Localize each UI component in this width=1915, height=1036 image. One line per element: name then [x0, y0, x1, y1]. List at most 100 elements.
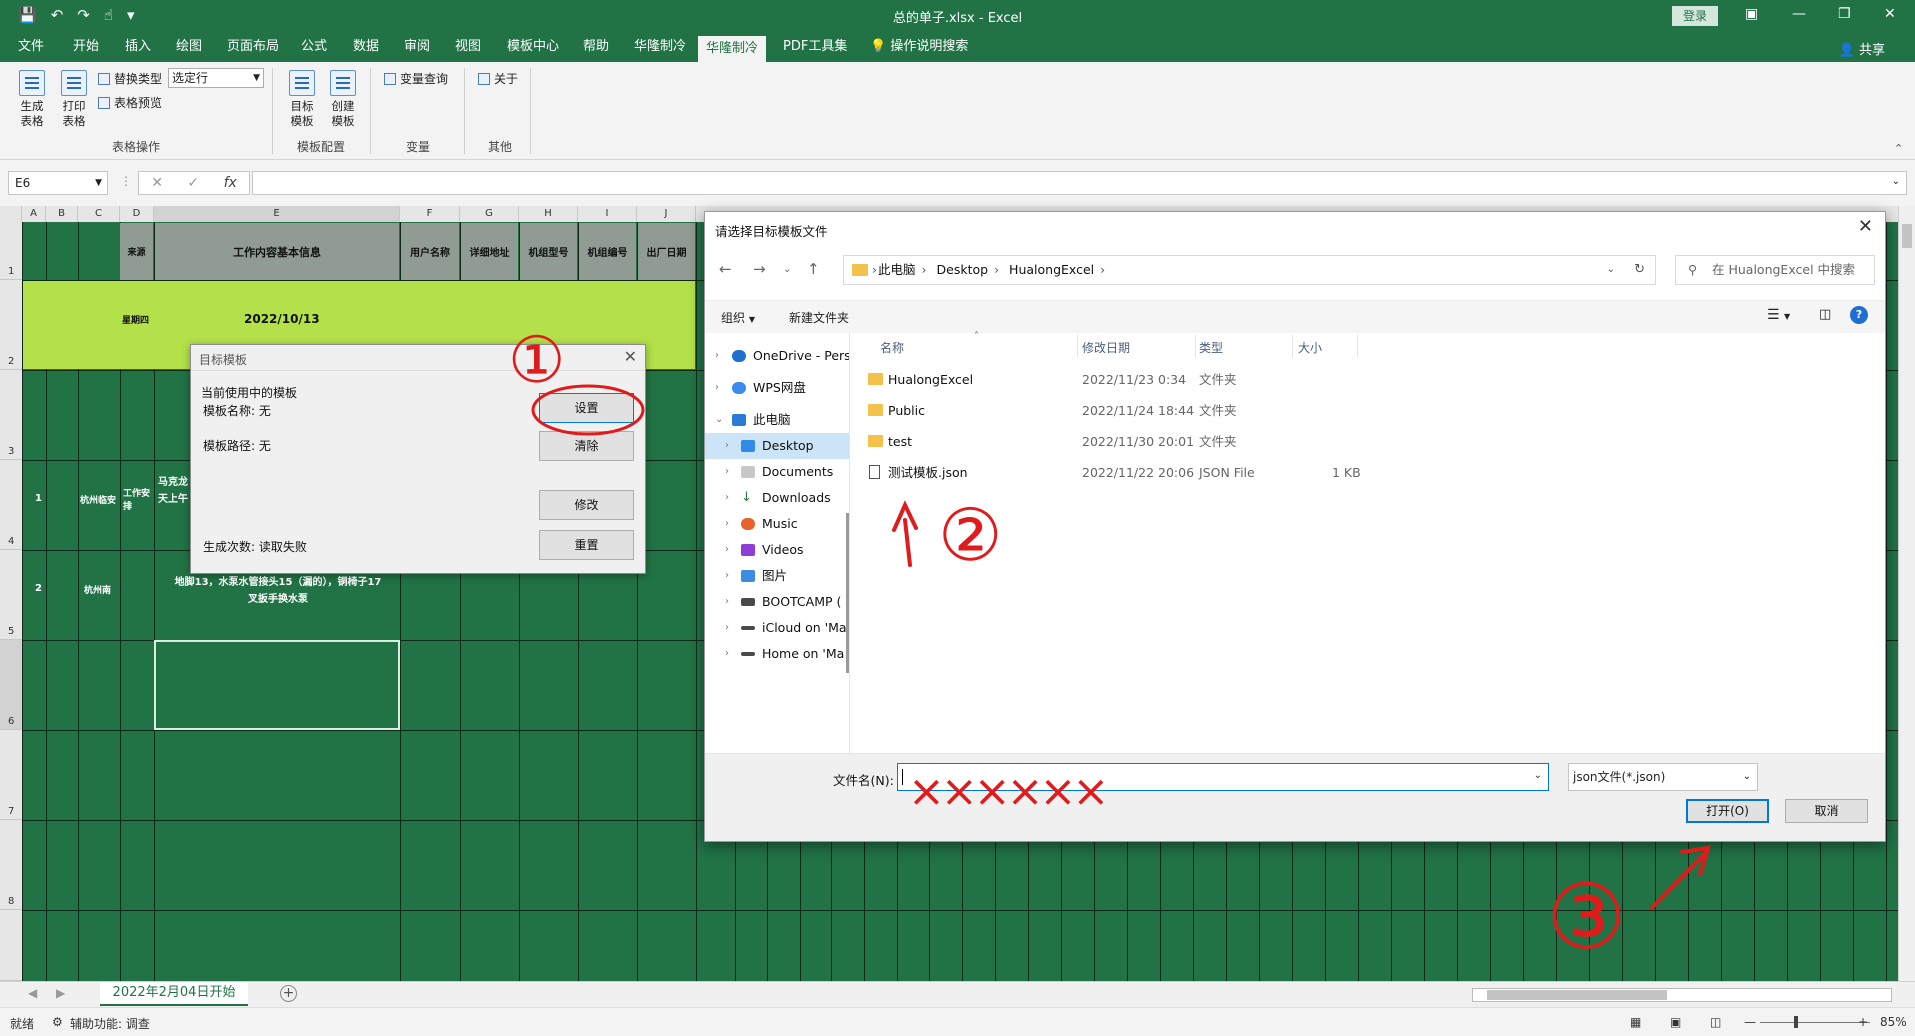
zoom-slider-thumb[interactable] [1794, 1016, 1798, 1028]
nav-scrollbar[interactable] [846, 513, 849, 673]
header-cell-user-name[interactable]: 用户名称 [401, 223, 459, 280]
column-header[interactable]: H [519, 206, 578, 222]
target-template-button[interactable]: 目标 模板 [284, 70, 320, 129]
share-button[interactable]: 👤 共享 [1839, 39, 1885, 58]
city-cell[interactable]: 杭州临安 [80, 493, 116, 506]
login-button[interactable]: 登录 [1672, 6, 1718, 26]
modify-button[interactable]: 修改 [539, 490, 634, 520]
breadcrumb-this-pc[interactable]: 此电脑 [878, 262, 916, 277]
tab-review[interactable]: 审阅 [396, 32, 438, 62]
minimize-icon[interactable]: — [1792, 6, 1806, 22]
city-cell[interactable]: 杭州南 [84, 583, 111, 596]
row-number-cell[interactable]: 2 [35, 583, 42, 594]
formula-input[interactable]: ⌄ [252, 171, 1907, 195]
nav-item-music[interactable]: › Music [705, 511, 849, 537]
tab-hualong-1[interactable]: 华隆制冷 [626, 32, 694, 62]
tab-pdf-tools[interactable]: PDF工具集 [775, 32, 855, 62]
up-icon[interactable]: ↑ [807, 260, 820, 278]
clear-button[interactable]: 清除 [539, 431, 634, 461]
page-layout-view-icon[interactable]: ▣ [1670, 1015, 1681, 1029]
zoom-slider[interactable] [1760, 1022, 1870, 1023]
print-table-button[interactable]: 打印 表格 [56, 70, 92, 129]
add-sheet-icon[interactable]: + [280, 985, 297, 1002]
nav-item-downloads[interactable]: › ↓ Downloads [705, 485, 849, 511]
enter-icon[interactable]: ✓ [187, 175, 199, 191]
page-break-view-icon[interactable]: ◫ [1710, 1015, 1721, 1029]
variable-query-button[interactable]: 变量查询 [384, 70, 448, 87]
column-header[interactable]: C [78, 206, 120, 222]
back-icon[interactable]: ← [719, 260, 732, 278]
nav-item-documents[interactable]: › Documents [705, 459, 849, 485]
nav-item-bootcamp[interactable]: › BOOTCAMP ( [705, 589, 849, 615]
header-cell-factory-date[interactable]: 出厂日期 [638, 223, 695, 280]
row-header[interactable]: 5 [0, 550, 22, 640]
filename-input[interactable]: ⌄ [897, 763, 1549, 791]
tab-file[interactable]: 文件 [10, 32, 52, 62]
active-cell[interactable] [154, 640, 400, 730]
date-cell[interactable]: 2022/10/13 [244, 312, 320, 326]
zoom-out-icon[interactable]: — [1744, 1015, 1756, 1029]
tab-data[interactable]: 数据 [345, 32, 387, 62]
new-folder-button[interactable]: 新建文件夹 [789, 309, 849, 326]
zoom-level[interactable]: 85% [1880, 1015, 1907, 1029]
close-icon[interactable]: ✕ [1858, 216, 1873, 237]
weekday-cell[interactable]: 星期四 [122, 313, 149, 326]
address-bar[interactable]: › 此电脑 › Desktop › HualongExcel › ⌄ ↻ [843, 255, 1656, 285]
work-content-cell[interactable]: 地脚13，水泵水管接头15（漏的），铜椅子17 叉扳手换水泵 [158, 574, 398, 608]
forward-icon[interactable]: → [753, 260, 766, 278]
nav-item-icloud[interactable]: › iCloud on 'Ma [705, 615, 849, 641]
column-type[interactable]: 类型 [1199, 339, 1223, 356]
vertical-scrollbar[interactable] [1898, 206, 1915, 981]
accessibility-status[interactable]: 辅助功能: 调查 [70, 1015, 150, 1032]
recent-locations-icon[interactable]: ⌄ [783, 264, 791, 275]
replace-type-button[interactable]: 替换类型 [98, 70, 162, 87]
tab-view[interactable]: 视图 [447, 32, 489, 62]
horizontal-scrollbar[interactable] [1472, 988, 1892, 1002]
column-header[interactable]: E [154, 206, 400, 222]
address-dropdown-icon[interactable]: ⌄ [1607, 256, 1615, 284]
preview-pane-icon[interactable]: ◫ [1819, 307, 1831, 322]
row-header[interactable]: 7 [0, 730, 22, 820]
tell-me-search[interactable]: 💡 操作说明搜索 [862, 32, 976, 62]
close-icon[interactable]: ✕ [1884, 6, 1896, 22]
file-row[interactable]: test 2022/11/30 20:01 文件夹 [852, 429, 1885, 455]
file-type-select[interactable]: json文件(*.json) ⌄ [1568, 763, 1758, 791]
name-box[interactable]: E6 ▼ [8, 171, 108, 195]
type-cell[interactable]: 工作安排 [123, 486, 151, 512]
tab-help[interactable]: 帮助 [575, 32, 617, 62]
restore-icon[interactable]: ❐ [1838, 6, 1851, 22]
breadcrumb-desktop[interactable]: Desktop [937, 262, 989, 277]
row-header[interactable]: 3 [0, 370, 22, 460]
zoom-in-icon[interactable]: + [1858, 1015, 1868, 1029]
row-header[interactable]: 8 [0, 820, 22, 910]
column-header[interactable]: I [578, 206, 637, 222]
scroll-thumb[interactable] [1902, 224, 1912, 248]
nav-item-this-pc[interactable]: ⌄ 此电脑 [705, 407, 849, 433]
sheet-tab-active[interactable]: 2022年2月04日开始 [100, 982, 248, 1006]
file-row[interactable]: Public 2022/11/24 18:44 文件夹 [852, 398, 1885, 424]
ribbon-display-icon[interactable]: ▣ [1745, 6, 1758, 22]
cancel-icon[interactable]: ✕ [151, 175, 163, 191]
about-button[interactable]: 关于 [478, 70, 518, 87]
search-input[interactable]: ⚲ 在 HualongExcel 中搜索 [1675, 255, 1875, 285]
cancel-button[interactable]: 取消 [1785, 799, 1868, 823]
row-header[interactable]: 1 [0, 222, 22, 280]
close-icon[interactable]: ✕ [624, 347, 637, 366]
nav-item-desktop[interactable]: › Desktop [705, 433, 849, 459]
open-button[interactable]: 打开(O) [1686, 799, 1769, 823]
row-header[interactable]: 6 [0, 640, 22, 730]
nav-item-videos[interactable]: › Videos [705, 537, 849, 563]
file-row[interactable]: 测试模板.json 2022/11/22 20:06 JSON File 1 KB [852, 460, 1885, 486]
header-cell-work-info[interactable]: 工作内容基本信息 [155, 223, 399, 280]
insert-function-button[interactable]: fx [224, 175, 237, 191]
view-options-icon[interactable]: ☰ ▼ [1767, 307, 1790, 323]
column-header[interactable]: F [400, 206, 460, 222]
row-number-cell[interactable]: 1 [35, 493, 42, 504]
tab-formulas[interactable]: 公式 [293, 32, 335, 62]
breadcrumb-hualongexcel[interactable]: HualongExcel [1009, 262, 1094, 277]
refresh-icon[interactable]: ↻ [1634, 256, 1645, 284]
nav-item-home[interactable]: › Home on 'Ma [705, 641, 849, 667]
select-row-dropdown[interactable]: 选定行 ▼ [168, 68, 264, 88]
reset-button[interactable]: 重置 [539, 530, 634, 560]
nav-item-onedrive[interactable]: › OneDrive - Pers [705, 343, 849, 369]
